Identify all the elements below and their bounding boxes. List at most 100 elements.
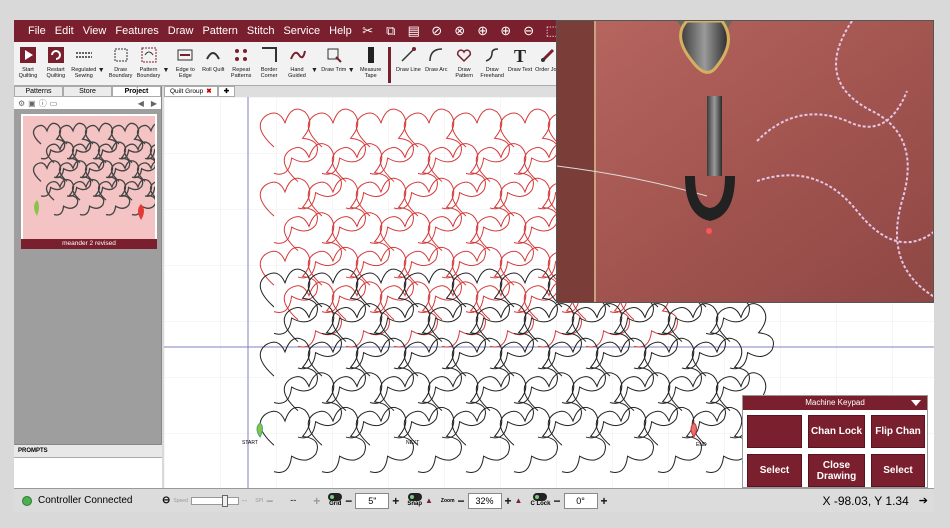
grid-plus-button[interactable]: + [392,494,399,508]
zoom-out-icon[interactable]: ⊖ [522,23,536,38]
menu-edit[interactable]: Edit [55,25,74,37]
flip-chan-button[interactable]: Flip Chan [871,415,925,448]
dropdown-caret-icon[interactable]: ▼ [311,67,318,74]
save-icon[interactable]: ▣ [28,99,36,108]
pattern-boundary-button[interactable]: Pattern Boundary [135,45,163,79]
speed-back-icon[interactable]: ⊖ [162,495,170,506]
draw-line-button[interactable]: Draw Line [394,45,422,73]
hand-guided-button[interactable]: Hand Guided [283,45,311,79]
snap-arrow-icon[interactable]: ▲ [425,496,433,505]
menu-stitch[interactable]: Stitch [247,25,275,37]
menu-draw[interactable]: Draw [168,25,194,37]
dropdown-caret-icon[interactable]: ▼ [162,67,169,74]
repeat-patterns-button[interactable]: Repeat Patterns [227,45,255,79]
regulated-sewing-button[interactable]: Regulated Sewing [70,45,98,79]
zoom-minus-button[interactable]: − [458,494,465,508]
zoom-plus-button[interactable]: + [505,494,512,508]
tab-patterns[interactable]: Patterns [14,86,63,97]
menu-file[interactable]: File [28,25,46,37]
grid-minus-button[interactable]: − [345,494,352,508]
add-tab-button[interactable]: ✚ [217,86,236,97]
select-right-button[interactable]: Select [871,454,925,487]
end-label: END [696,442,707,448]
menu-pattern[interactable]: Pattern [202,25,237,37]
select-left-button[interactable]: Select [747,454,802,487]
grid-toggle[interactable]: Grid [328,493,343,508]
speed-slider[interactable] [190,494,239,507]
edge-to-edge-icon [175,45,195,65]
pattern-boundary-icon [139,45,159,65]
draw-boundary-icon [111,45,131,65]
border-corner-button[interactable]: Border Corner [255,45,283,79]
tab-project[interactable]: Project [112,86,161,97]
toolbar: Start Quilting Restart Quilting Regulated … [14,42,562,86]
info-icon[interactable]: ⓘ [39,98,47,109]
zoom-label: Zoom [440,497,455,504]
toolbar-label: Start Quilting [18,67,38,79]
zoom-in-icon[interactable]: ⊕ [499,23,513,38]
clock-control: C Lock − 0° + [530,492,608,509]
clock-toggle-icon [533,493,548,501]
restart-button[interactable]: Restart Quilting [42,45,70,79]
speed-separator: -- [241,496,248,505]
play-button[interactable]: Start Quilting [14,45,42,79]
gear-icon[interactable]: ⚙ [18,99,25,108]
draw-freehand-icon [482,45,502,65]
forward-icon[interactable]: ➔ [919,494,928,507]
toolbar-label: Draw Text [507,67,533,73]
draw-pattern-button[interactable]: Draw Pattern [450,45,478,79]
forward-icon[interactable]: ▶ [151,99,157,108]
keypad-blank-button[interactable] [747,415,802,448]
draw-text-button[interactable]: T Draw Text [506,45,534,73]
edge-to-edge-button[interactable]: Edge to Edge [171,45,199,79]
clock-minus-button[interactable]: − [553,494,560,508]
paste-icon[interactable]: ▤ [407,23,421,38]
menu-help[interactable]: Help [329,25,352,37]
draw-freehand-button[interactable]: Draw Freehand [478,45,506,79]
prompts-panel: PROMPTS [14,444,162,488]
measure-tape-button[interactable]: Measure Tape [357,45,385,79]
pattern-thumbnail[interactable] [21,114,183,246]
tab-store[interactable]: Store [63,86,112,97]
clock-value[interactable]: 0° [563,492,598,509]
machine-keypad: Machine Keypad Chan Lock Flip Chan Selec… [742,395,928,488]
roll-quilt-button[interactable]: Roll Quilt [199,45,227,73]
chan-lock-button[interactable]: Chan Lock [808,415,865,448]
snap-label: Snap [407,501,422,507]
snap-toggle[interactable]: Snap [407,493,422,508]
dropdown-caret-icon[interactable]: ▼ [348,67,355,74]
zoom-value[interactable]: 32% [467,492,502,509]
restart-icon [46,45,66,65]
clock-plus-button[interactable]: + [601,494,608,508]
menu-features[interactable]: Features [115,25,158,37]
close-icon[interactable]: ✖ [206,87,211,96]
copy-icon[interactable]: ⧉ [384,23,398,38]
no-select-icon[interactable]: ⊗ [453,23,467,38]
cut-icon[interactable]: ✂ [361,23,375,38]
spi-plus-button[interactable]: + [313,494,320,508]
spi-minus-button[interactable]: − [266,494,273,508]
zoom-arrow-icon[interactable]: ▲ [515,496,523,505]
grid-value[interactable]: 5" [355,492,390,509]
pattern-name: meander 2 revised [21,239,157,249]
tab-quilt-group[interactable]: Quilt Group ✖ [164,86,218,97]
crosshair-icon[interactable]: ⊕ [476,23,490,38]
dropdown-caret-icon[interactable]: ▼ [98,67,105,74]
toolbar-label: Pattern Boundary [136,67,161,79]
draw-trim-button[interactable]: Draw Trim [320,45,348,73]
quilting-app: File Edit View Features Draw Pattern Sti… [0,0,950,528]
prompts-title: PROMPTS [14,445,162,458]
page-icon[interactable]: ▭ [50,99,58,108]
menu-service[interactable]: Service [283,25,320,37]
collapse-icon[interactable] [911,400,921,406]
no-edit-icon[interactable]: ⊘ [430,23,444,38]
speed-control: ⊖ Speed -- [162,494,248,507]
toolbar-label: Roll Quilt [202,67,225,73]
back-icon[interactable]: ◀ [138,99,144,108]
draw-arc-button[interactable]: Draw Arc [422,45,450,73]
close-drawing-button[interactable]: Close Drawing [808,454,865,487]
connection-text: Controller Connected [38,495,133,506]
menu-view[interactable]: View [83,25,107,37]
draw-boundary-button[interactable]: Draw Boundary [107,45,135,79]
clock-toggle[interactable]: C Lock [530,493,550,508]
